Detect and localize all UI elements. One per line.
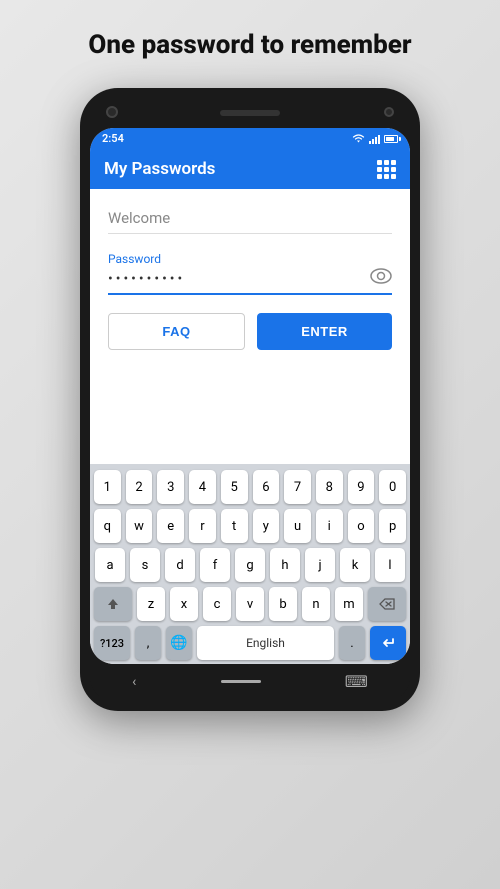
key-i[interactable]: i: [316, 509, 343, 543]
keyboard: 1 2 3 4 5 6 7 8 9 0 q w e r t y u i: [90, 464, 410, 664]
key-a[interactable]: a: [95, 548, 125, 582]
backspace-key[interactable]: [368, 587, 406, 621]
key-row-space: ?123 , 🌐 English .: [94, 626, 406, 660]
password-field-container: Password ••••••••••: [108, 252, 392, 295]
key-d[interactable]: d: [165, 548, 195, 582]
key-u[interactable]: u: [284, 509, 311, 543]
key-x[interactable]: x: [170, 587, 198, 621]
key-z[interactable]: z: [137, 587, 165, 621]
grid-menu-icon[interactable]: [377, 160, 396, 179]
faq-button[interactable]: FAQ: [108, 313, 245, 350]
phone-bottom-nav: ‹ ⌨: [90, 664, 410, 701]
grid-dot: [377, 160, 382, 165]
signal-icon: [369, 134, 380, 144]
key-e[interactable]: e: [157, 509, 184, 543]
grid-dot: [377, 174, 382, 179]
key-p[interactable]: p: [379, 509, 406, 543]
content-area: Welcome Password •••••••••• FAQ ENTER: [90, 189, 410, 364]
grid-dot: [391, 160, 396, 165]
camera-right: [384, 107, 394, 117]
grid-dot: [391, 167, 396, 172]
key-row-asdf: a s d f g h j k l: [94, 548, 406, 582]
status-icons: [352, 134, 398, 144]
page-title: One password to remember: [68, 30, 431, 60]
home-nav-bar[interactable]: [221, 680, 261, 683]
grid-dot: [377, 167, 382, 172]
phone-screen: 2:54: [90, 128, 410, 664]
password-input-row[interactable]: ••••••••••: [108, 268, 392, 295]
key-c[interactable]: c: [203, 587, 231, 621]
key-f[interactable]: f: [200, 548, 230, 582]
key-comma[interactable]: ,: [135, 626, 161, 660]
shift-key[interactable]: [94, 587, 132, 621]
key-7[interactable]: 7: [284, 470, 311, 504]
key-globe[interactable]: 🌐: [166, 626, 192, 660]
password-dots: ••••••••••: [108, 271, 370, 287]
key-g[interactable]: g: [235, 548, 265, 582]
key-2[interactable]: 2: [126, 470, 153, 504]
key-s[interactable]: s: [130, 548, 160, 582]
key-t[interactable]: t: [221, 509, 248, 543]
status-time: 2:54: [102, 132, 124, 145]
key-row-numbers: 1 2 3 4 5 6 7 8 9 0: [94, 470, 406, 504]
enter-button[interactable]: ENTER: [257, 313, 392, 350]
empty-space: [90, 364, 410, 464]
key-w[interactable]: w: [126, 509, 153, 543]
grid-dot: [384, 174, 389, 179]
key-6[interactable]: 6: [253, 470, 280, 504]
grid-dot: [384, 167, 389, 172]
key-k[interactable]: k: [340, 548, 370, 582]
key-0[interactable]: 0: [379, 470, 406, 504]
wifi-icon: [352, 134, 365, 144]
keyboard-nav-icon[interactable]: ⌨: [345, 672, 368, 691]
back-nav-icon[interactable]: ‹: [132, 674, 136, 690]
battery-icon: [384, 135, 398, 143]
grid-dot: [391, 174, 396, 179]
key-j[interactable]: j: [305, 548, 335, 582]
key-8[interactable]: 8: [316, 470, 343, 504]
key-row-qwerty: q w e r t y u i o p: [94, 509, 406, 543]
key-b[interactable]: b: [269, 587, 297, 621]
password-label: Password: [108, 252, 392, 266]
grid-dot: [384, 160, 389, 165]
key-l[interactable]: l: [375, 548, 405, 582]
app-bar: My Passwords: [90, 149, 410, 189]
camera-left: [106, 106, 118, 118]
key-space[interactable]: English: [197, 626, 334, 660]
key-o[interactable]: o: [348, 509, 375, 543]
welcome-text: Welcome: [108, 209, 392, 234]
buttons-row: FAQ ENTER: [108, 313, 392, 350]
key-h[interactable]: h: [270, 548, 300, 582]
eye-icon[interactable]: [370, 268, 392, 289]
app-bar-title: My Passwords: [104, 159, 215, 179]
key-row-zxcv: z x c v b n m: [94, 587, 406, 621]
key-q[interactable]: q: [94, 509, 121, 543]
key-123[interactable]: ?123: [94, 626, 130, 660]
key-n[interactable]: n: [302, 587, 330, 621]
key-r[interactable]: r: [189, 509, 216, 543]
keyboard-enter-key[interactable]: [370, 626, 406, 660]
phone-speaker: [220, 110, 280, 116]
status-bar: 2:54: [90, 128, 410, 149]
key-9[interactable]: 9: [348, 470, 375, 504]
key-period[interactable]: .: [339, 626, 365, 660]
phone-frame: 2:54: [80, 88, 420, 711]
key-v[interactable]: v: [236, 587, 264, 621]
key-3[interactable]: 3: [157, 470, 184, 504]
key-5[interactable]: 5: [221, 470, 248, 504]
key-m[interactable]: m: [335, 587, 363, 621]
key-4[interactable]: 4: [189, 470, 216, 504]
key-1[interactable]: 1: [94, 470, 121, 504]
key-y[interactable]: y: [253, 509, 280, 543]
